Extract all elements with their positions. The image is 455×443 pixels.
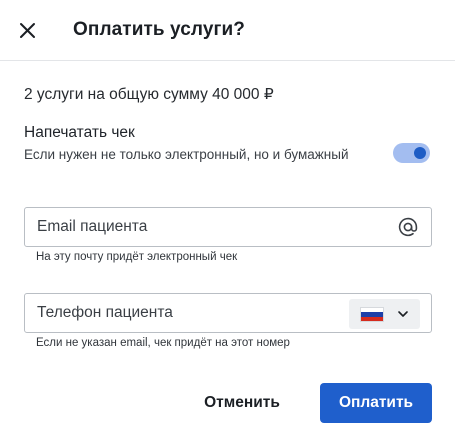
- chevron-down-icon: [398, 311, 408, 317]
- phone-placeholder: Телефон пациента: [37, 304, 173, 321]
- print-receipt-toggle[interactable]: [393, 143, 430, 163]
- email-field[interactable]: Email пациента: [24, 207, 432, 247]
- dialog-title: Оплатить услуги?: [73, 19, 245, 40]
- cancel-button[interactable]: Отменить: [185, 383, 299, 423]
- payment-summary: 2 услуги на общую сумму 40 000 ₽: [24, 86, 274, 103]
- email-placeholder: Email пациента: [37, 218, 148, 235]
- at-sign-icon: [398, 217, 418, 237]
- print-receipt-label: Напечатать чек: [24, 124, 135, 141]
- print-receipt-hint: Если нужен не только электронный, но и б…: [24, 147, 349, 162]
- country-code-select[interactable]: [349, 299, 420, 329]
- phone-hint: Если не указан email, чек придёт на этот…: [36, 337, 290, 349]
- russia-flag-icon: [360, 307, 384, 322]
- toggle-knob: [414, 147, 426, 159]
- dialog-header: Оплатить услуги?: [0, 0, 455, 61]
- phone-field[interactable]: Телефон пациента: [24, 293, 432, 333]
- email-hint: На эту почту придёт электронный чек: [36, 251, 238, 263]
- pay-button[interactable]: Оплатить: [320, 383, 432, 423]
- close-button[interactable]: [15, 18, 41, 44]
- payment-dialog: Оплатить услуги? 2 услуги на общую сумму…: [0, 0, 455, 443]
- close-icon: [20, 23, 35, 38]
